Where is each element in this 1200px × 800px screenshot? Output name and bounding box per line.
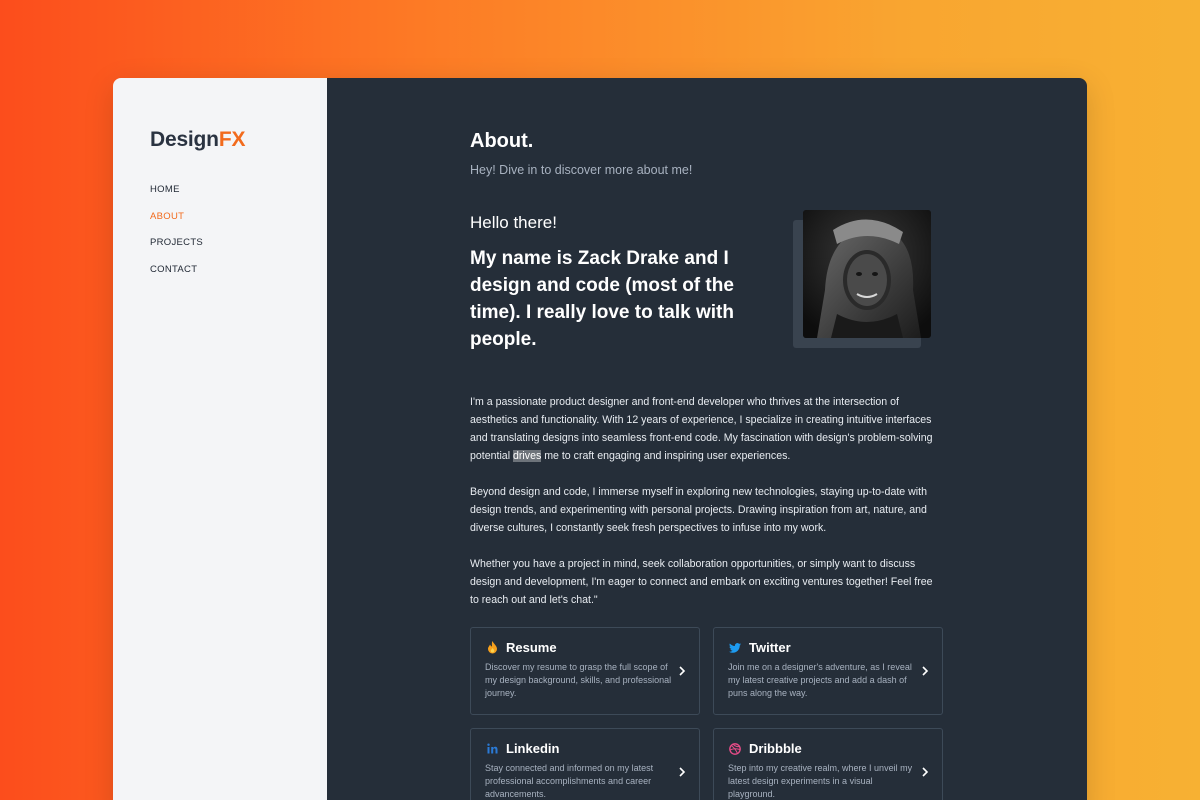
- chevron-right-icon: [922, 767, 929, 777]
- linkedin-icon: [485, 742, 499, 756]
- bio-paragraph-1: I'm a passionate product designer and fr…: [470, 396, 933, 462]
- chevron-right-icon: [922, 666, 929, 676]
- main-panel: About. Hey! Dive in to discover more abo…: [327, 78, 1087, 800]
- card-description: Join me on a designer's adventure, as I …: [728, 662, 912, 698]
- nav-item-home[interactable]: HOME: [150, 182, 327, 209]
- bio-section: I'm a passionate product designer and fr…: [470, 393, 943, 609]
- linkedin-card[interactable]: Linkedin Stay connected and informed on …: [470, 728, 700, 800]
- headline: My name is Zack Drake and I design and c…: [470, 248, 734, 350]
- twitter-card[interactable]: Twitter Join me on a designer's adventur…: [713, 627, 943, 715]
- card-title: Resume: [506, 640, 557, 655]
- card-description: Step into my creative realm, where I unv…: [728, 763, 913, 799]
- main-nav: HOME ABOUT PROJECTS CONTACT: [150, 182, 327, 288]
- selected-text: drives: [513, 450, 542, 462]
- sidebar: DesignFX HOME ABOUT PROJECTS CONTACT: [113, 78, 327, 800]
- brand-name: Design: [150, 128, 219, 151]
- dribbble-card[interactable]: Dribbble Step into my creative realm, wh…: [713, 728, 943, 800]
- card-title: Twitter: [749, 640, 791, 655]
- profile-photo: [803, 210, 931, 338]
- twitter-bird-icon: [728, 641, 742, 655]
- app-window: DesignFX HOME ABOUT PROJECTS CONTACT Abo…: [113, 78, 1087, 800]
- chevron-right-icon: [679, 767, 686, 777]
- greeting: Hello there!: [470, 213, 557, 232]
- card-title: Dribbble: [749, 741, 802, 756]
- card-description: Discover my resume to grasp the full sco…: [485, 662, 672, 698]
- page-title: About.: [470, 130, 534, 152]
- card-description: Stay connected and informed on my latest…: [485, 763, 654, 799]
- flame-icon: [485, 641, 499, 655]
- page-subtitle: Hey! Dive in to discover more about me!: [470, 163, 693, 177]
- about-content: About. Hey! Dive in to discover more abo…: [470, 130, 943, 800]
- card-title: Linkedin: [506, 741, 560, 756]
- hero-text: Hello there! My name is Zack Drake and I…: [470, 213, 760, 393]
- bio-paragraph-2: Beyond design and code, I immerse myself…: [470, 486, 927, 534]
- link-cards: Resume Discover my resume to grasp the f…: [470, 627, 943, 800]
- nav-item-projects[interactable]: PROJECTS: [150, 235, 327, 262]
- hero-section: Hello there! My name is Zack Drake and I…: [470, 210, 943, 393]
- nav-item-about[interactable]: ABOUT: [150, 209, 327, 236]
- nav-item-contact[interactable]: CONTACT: [150, 262, 327, 289]
- bio-paragraph-3: Whether you have a project in mind, seek…: [470, 558, 933, 606]
- profile-photo-frame: [793, 210, 933, 350]
- brand-logo[interactable]: DesignFX: [150, 128, 327, 152]
- dribbble-ball-icon: [728, 742, 742, 756]
- chevron-right-icon: [679, 666, 686, 676]
- resume-card[interactable]: Resume Discover my resume to grasp the f…: [470, 627, 700, 715]
- brand-name-accent: FX: [218, 128, 246, 151]
